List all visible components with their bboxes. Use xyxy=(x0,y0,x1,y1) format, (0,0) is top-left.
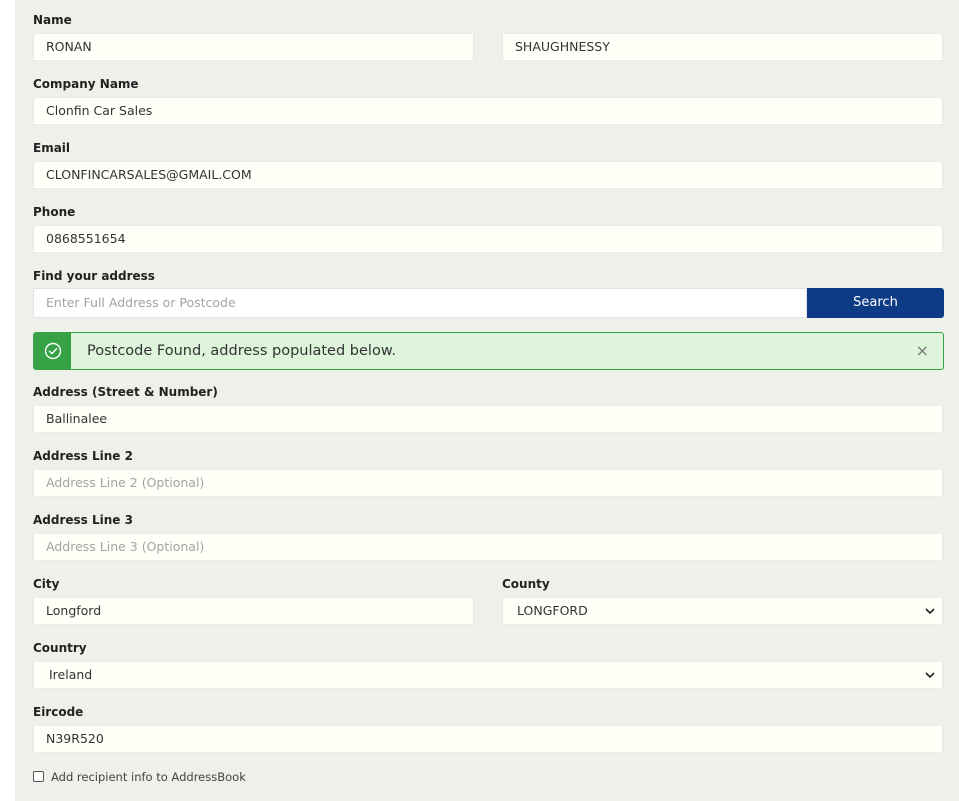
first-name-field[interactable]: RONAN xyxy=(33,33,474,61)
address-search-input[interactable]: Enter Full Address or Postcode xyxy=(33,288,807,318)
addressbook-checkbox-label[interactable]: Add recipient info to AddressBook xyxy=(51,770,246,784)
county-label: County xyxy=(502,577,550,591)
country-selected-value: Ireland xyxy=(49,667,93,682)
address1-label: Address (Street & Number) xyxy=(33,385,218,399)
eircode-field[interactable]: N39R520 xyxy=(33,725,943,753)
city-field[interactable]: Longford xyxy=(33,597,474,625)
city-label: City xyxy=(33,577,60,591)
check-circle-icon xyxy=(44,342,62,360)
country-select[interactable]: Ireland xyxy=(33,661,943,689)
email-field[interactable]: CLONFINCARSALES@GMAIL.COM xyxy=(33,161,943,189)
company-name-label: Company Name xyxy=(33,77,139,91)
address1-field[interactable]: Ballinalee xyxy=(33,405,943,433)
postcode-found-alert: Postcode Found, address populated below.… xyxy=(33,332,944,370)
address3-label: Address Line 3 xyxy=(33,513,133,527)
name-label: Name xyxy=(33,13,72,27)
phone-label: Phone xyxy=(33,205,76,219)
eircode-label: Eircode xyxy=(33,705,84,719)
alert-close-icon[interactable]: × xyxy=(916,333,929,369)
email-label: Email xyxy=(33,141,71,155)
country-label: Country xyxy=(33,641,87,655)
county-selected-value: LONGFORD xyxy=(517,603,588,618)
phone-field[interactable]: 0868551654 xyxy=(33,225,943,253)
last-name-field[interactable]: SHAUGHNESSY xyxy=(502,33,943,61)
address2-label: Address Line 2 xyxy=(33,449,133,463)
search-button[interactable]: Search xyxy=(807,288,944,318)
address3-field[interactable]: Address Line 3 (Optional) xyxy=(33,533,943,561)
alert-icon-box xyxy=(34,333,71,369)
county-select[interactable]: LONGFORD xyxy=(502,597,943,625)
addressbook-checkbox[interactable] xyxy=(33,771,44,782)
company-name-field[interactable]: Clonfin Car Sales xyxy=(33,97,943,125)
address2-field[interactable]: Address Line 2 (Optional) xyxy=(33,469,943,497)
alert-message: Postcode Found, address populated below. xyxy=(87,343,396,359)
chevron-down-icon xyxy=(925,608,935,615)
chevron-down-icon xyxy=(925,672,935,679)
find-address-label: Find your address xyxy=(33,269,155,283)
